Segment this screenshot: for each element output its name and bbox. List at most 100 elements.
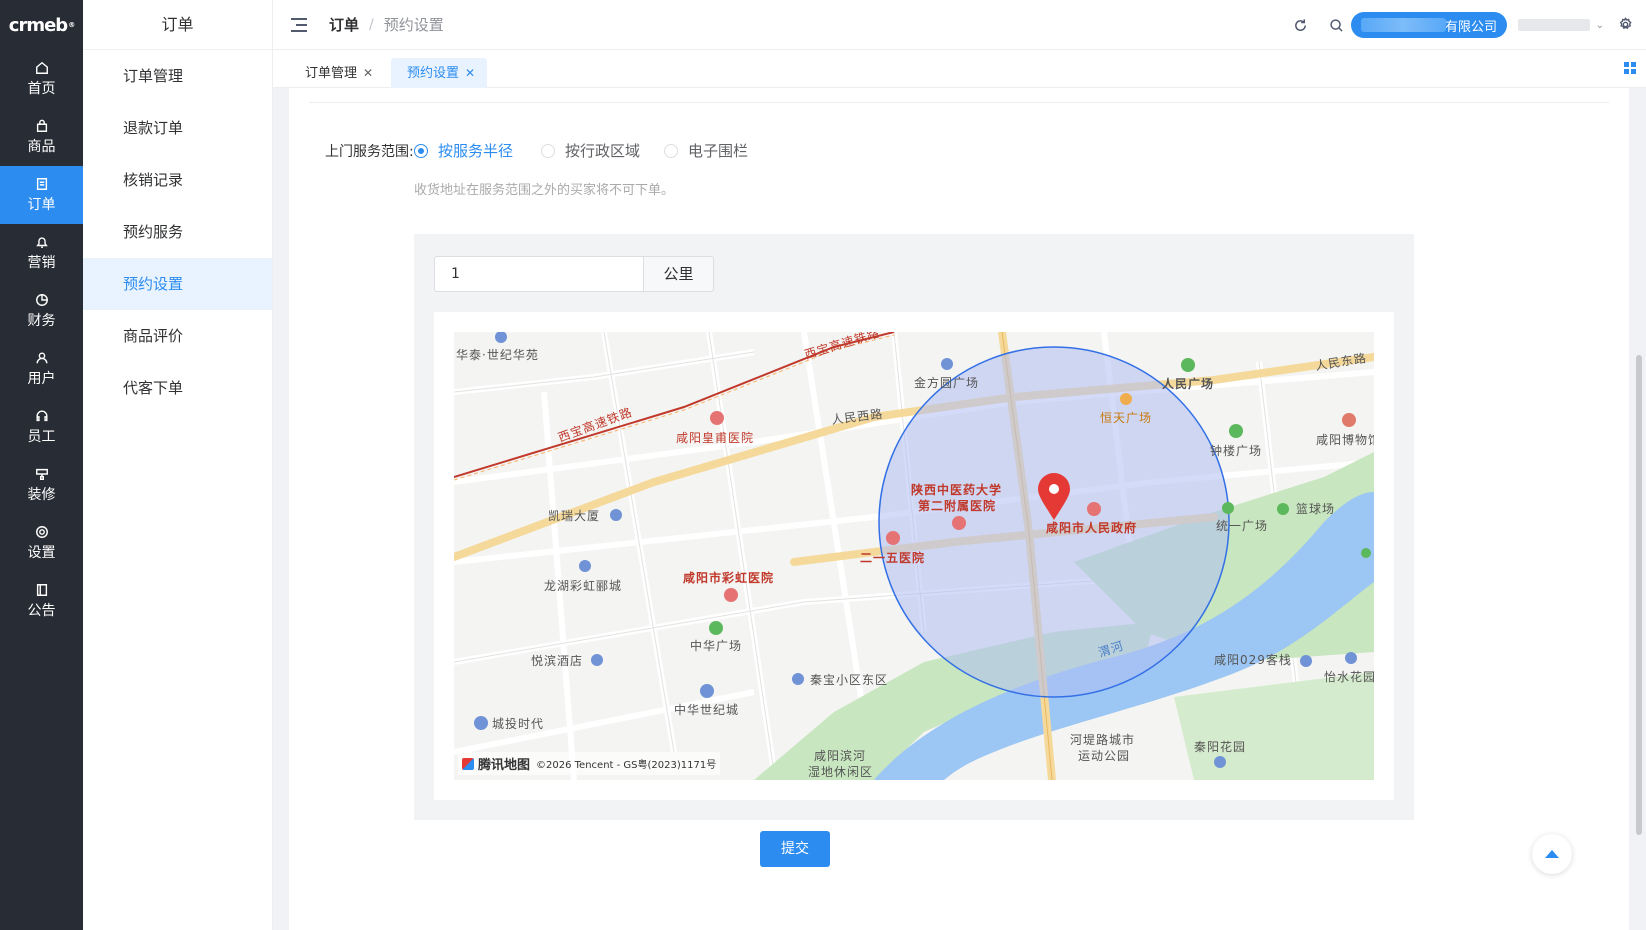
radio-by-fence[interactable]: 电子围栏 <box>664 140 748 161</box>
svg-text:咸阳博物馆: 咸阳博物馆 <box>1316 432 1374 447</box>
submenu-item-booking-settings[interactable]: 预约设置 <box>83 258 272 310</box>
tab-label: 订单管理 <box>305 66 358 81</box>
map-container: 华泰·世纪华苑 西宝高速铁路 西宝高速铁路 人民西路 金方圆广场 人民广场 人民… <box>434 312 1394 800</box>
svg-text:二一五医院: 二一五医院 <box>860 550 925 565</box>
user-icon <box>35 351 48 363</box>
main-content: 上门服务范围: 按服务半径 按行政区域 电子围栏 收货地址在服务范围之外的买家将… <box>273 88 1646 930</box>
gear-icon <box>35 525 48 538</box>
menu-toggle-icon[interactable] <box>291 17 307 32</box>
service-map[interactable]: 华泰·世纪华苑 西宝高速铁路 西宝高速铁路 人民西路 金方圆广场 人民广场 人民… <box>454 332 1374 780</box>
nav-item-goods[interactable]: 商品 <box>0 108 83 166</box>
submenu-item-proxy-order[interactable]: 代客下单 <box>83 362 272 414</box>
svg-text:咸阳029客栈: 咸阳029客栈 <box>1214 652 1292 667</box>
paint-icon <box>35 468 48 480</box>
nav-item-decoration[interactable]: 装修 <box>0 456 83 514</box>
close-icon[interactable]: ✕ <box>363 66 373 80</box>
radius-input[interactable]: 1 <box>434 256 644 292</box>
radio-by-district[interactable]: 按行政区域 <box>541 140 640 161</box>
svg-text:河堤路城市: 河堤路城市 <box>1070 732 1135 747</box>
arrow-up-icon <box>1545 850 1559 858</box>
svg-text:钟楼广场: 钟楼广场 <box>1210 443 1262 458</box>
company-badge[interactable]: 有限公司 <box>1351 12 1507 38</box>
submit-button[interactable]: 提交 <box>760 831 830 867</box>
tab-order-manage[interactable]: 订单管理 ✕ <box>273 58 385 88</box>
radio-by-radius[interactable]: 按服务半径 <box>414 140 513 161</box>
svg-text:第二附属医院: 第二附属医院 <box>918 498 996 513</box>
svg-text:统一广场: 统一广场 <box>1216 519 1268 533</box>
submenu-item-booking-service[interactable]: 预约服务 <box>83 206 272 258</box>
back-to-top-button[interactable] <box>1532 834 1572 874</box>
tab-booking-settings[interactable]: 预约设置 ✕ <box>391 58 488 88</box>
settings-gear-icon[interactable] <box>1618 17 1634 33</box>
nav-item-label: 订单 <box>27 196 56 213</box>
top-header: 订单 / 预约设置 有限公司 ⌄ <box>273 0 1646 50</box>
svg-text:湿地休闲区: 湿地休闲区 <box>808 764 873 779</box>
svg-text:悦滨酒店: 悦滨酒店 <box>531 653 583 668</box>
svg-text:咸阳市人民政府: 咸阳市人民政府 <box>1046 520 1137 535</box>
search-icon[interactable] <box>1328 17 1344 33</box>
app-root: crmeb ® 首页 商品 订单 营销 财务 用户 员工 装修 设置 公告 订单… <box>0 0 1646 930</box>
nav-item-user[interactable]: 用户 <box>0 340 83 398</box>
svg-text:咸阳皇甫医院: 咸阳皇甫医院 <box>676 431 754 445</box>
nav-item-settings[interactable]: 设置 <box>0 514 83 572</box>
username-redacted <box>1518 19 1590 31</box>
svg-text:咸阳市彩虹医院: 咸阳市彩虹医院 <box>683 570 774 585</box>
chevron-down-icon: ⌄ <box>1595 19 1604 31</box>
svg-text:中华世纪城: 中华世纪城 <box>674 702 739 717</box>
tencent-map-logo-icon <box>462 757 474 770</box>
submenu-item-order-manage[interactable]: 订单管理 <box>83 50 272 102</box>
main-nav: crmeb ® 首页 商品 订单 营销 财务 用户 员工 装修 设置 公告 <box>0 0 83 930</box>
map-credit: 腾讯地图 ©2026 Tencent - GS粤(2023)1171号 <box>458 752 721 775</box>
nav-item-order[interactable]: 订单 <box>0 166 83 224</box>
svg-text:龙湖彩虹郦城: 龙湖彩虹郦城 <box>544 578 622 593</box>
radio-label: 电子围栏 <box>688 142 749 160</box>
bell-icon <box>35 236 48 248</box>
svg-text:华泰·世纪华苑: 华泰·世纪华苑 <box>456 348 539 362</box>
scrollbar[interactable] <box>1636 355 1642 835</box>
breadcrumb-separator: / <box>369 16 374 33</box>
submenu-item-refund-orders[interactable]: 退款订单 <box>83 102 272 154</box>
submenu-title: 订单 <box>83 0 272 50</box>
page-tabs: 订单管理 ✕ 预约设置 ✕ <box>273 50 1646 88</box>
headset-icon <box>35 410 48 421</box>
radius-unit: 公里 <box>644 256 714 292</box>
submenu-item-product-reviews[interactable]: 商品评价 <box>83 310 272 362</box>
svg-text:恒天广场: 恒天广场 <box>1100 411 1152 425</box>
svg-text:陕西中医药大学: 陕西中医药大学 <box>911 482 1002 497</box>
refresh-icon[interactable] <box>1292 17 1308 33</box>
radio-dot <box>541 143 555 158</box>
nav-item-home[interactable]: 首页 <box>0 50 83 108</box>
nav-item-label: 首页 <box>27 80 56 97</box>
company-name-redacted <box>1361 18 1446 32</box>
nav-item-label: 公告 <box>27 602 56 619</box>
nav-item-finance[interactable]: 财务 <box>0 282 83 340</box>
nav-item-staff[interactable]: 员工 <box>0 398 83 456</box>
radio-dot <box>414 143 428 158</box>
map-provider: 腾讯地图 <box>478 758 531 773</box>
nav-item-label: 装修 <box>27 486 56 503</box>
home-icon <box>35 61 48 74</box>
map-canvas: 华泰·世纪华苑 西宝高速铁路 西宝高速铁路 人民西路 金方圆广场 人民广场 人民… <box>454 332 1374 780</box>
breadcrumb-current: 预约设置 <box>383 16 444 34</box>
nav-item-label: 财务 <box>27 312 56 329</box>
bag-icon <box>36 119 47 132</box>
nav-item-notice[interactable]: 公告 <box>0 572 83 630</box>
close-icon[interactable]: ✕ <box>465 66 475 80</box>
map-copyright: ©2026 Tencent - GS粤(2023)1171号 <box>536 760 717 771</box>
tab-label: 预约设置 <box>407 66 460 81</box>
service-range-label: 上门服务范围: <box>325 144 414 160</box>
radius-map-panel: 1 公里 华泰·世纪华苑 西宝高速铁路 西宝高速铁路 人民西路 金方圆广场 人民… <box>414 234 1414 820</box>
pie-icon <box>35 293 48 306</box>
grid-menu-icon[interactable] <box>1624 62 1636 74</box>
breadcrumb-root[interactable]: 订单 <box>329 14 359 35</box>
range-hint: 收货地址在服务范围之外的买家将不可下单。 <box>414 183 675 198</box>
nav-item-marketing[interactable]: 营销 <box>0 224 83 282</box>
logo-text: crmeb <box>8 14 68 36</box>
svg-text:秦阳花园: 秦阳花园 <box>1194 739 1246 754</box>
radio-dot <box>664 143 678 158</box>
submenu-item-verify-records[interactable]: 核销记录 <box>83 154 272 206</box>
user-dropdown[interactable]: ⌄ <box>1518 17 1604 33</box>
logo[interactable]: crmeb ® <box>0 0 83 50</box>
svg-text:金方圆广场: 金方圆广场 <box>914 375 979 390</box>
svg-text:篮球场: 篮球场 <box>1296 501 1335 516</box>
